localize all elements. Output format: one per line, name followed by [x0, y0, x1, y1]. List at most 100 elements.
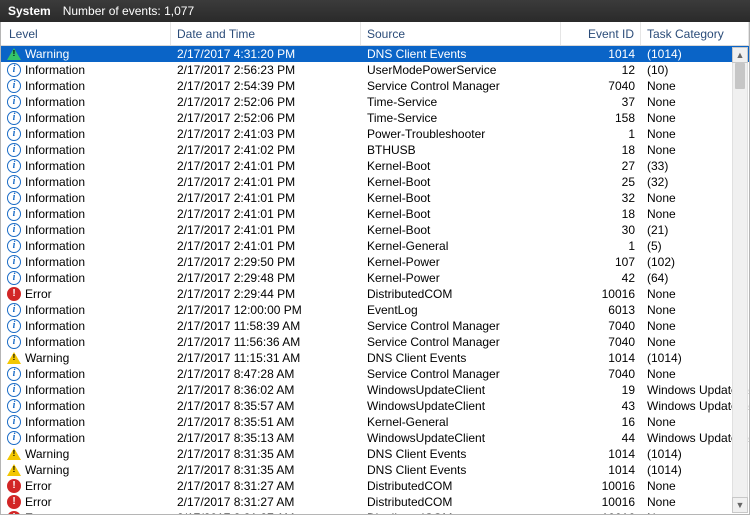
table-row[interactable]: Warning2/17/2017 8:31:35 AMDNS Client Ev… — [1, 462, 749, 478]
table-row[interactable]: iInformation2/17/2017 2:41:01 PMKernel-B… — [1, 190, 749, 206]
cell-source: DNS Client Events — [361, 462, 561, 478]
cell-event-id: 7040 — [561, 366, 641, 382]
cell-event-id: 1014 — [561, 462, 641, 478]
column-header-date[interactable]: Date and Time — [171, 22, 361, 45]
level-label: Information — [25, 127, 85, 141]
cell-date: 2/17/2017 2:41:01 PM — [171, 190, 361, 206]
cell-source: EventLog — [361, 302, 561, 318]
table-row[interactable]: iInformation2/17/2017 2:29:48 PMKernel-P… — [1, 270, 749, 286]
cell-date: 2/17/2017 2:41:01 PM — [171, 238, 361, 254]
table-row[interactable]: Warning2/17/2017 4:31:20 PMDNS Client Ev… — [1, 46, 749, 62]
table-row[interactable]: iInformation2/17/2017 2:54:39 PMService … — [1, 78, 749, 94]
cell-date: 2/17/2017 8:31:35 AM — [171, 446, 361, 462]
table-row[interactable]: !Error2/17/2017 8:31:27 AMDistributedCOM… — [1, 494, 749, 510]
table-row[interactable]: iInformation2/17/2017 11:58:39 AMService… — [1, 318, 749, 334]
column-header-level[interactable]: Level — [1, 22, 171, 45]
cell-event-id: 18 — [561, 206, 641, 222]
cell-event-id: 10016 — [561, 510, 641, 514]
info-icon: i — [7, 335, 21, 349]
cell-event-id: 1 — [561, 238, 641, 254]
table-row[interactable]: iInformation2/17/2017 2:41:01 PMKernel-B… — [1, 174, 749, 190]
info-icon: i — [7, 127, 21, 141]
cell-source: Service Control Manager — [361, 366, 561, 382]
cell-date: 2/17/2017 8:31:27 AM — [171, 510, 361, 514]
level-label: Information — [25, 431, 85, 445]
level-label: Information — [25, 399, 85, 413]
table-row[interactable]: iInformation2/17/2017 8:36:02 AMWindowsU… — [1, 382, 749, 398]
cell-event-id: 1 — [561, 126, 641, 142]
cell-level: iInformation — [1, 142, 171, 158]
info-icon: i — [7, 271, 21, 285]
scrollbar-track[interactable] — [732, 63, 748, 497]
cell-source: Kernel-Boot — [361, 190, 561, 206]
cell-date: 2/17/2017 2:41:01 PM — [171, 206, 361, 222]
table-row[interactable]: !Error2/17/2017 2:29:44 PMDistributedCOM… — [1, 286, 749, 302]
cell-event-id: 43 — [561, 398, 641, 414]
level-label: Information — [25, 303, 85, 317]
cell-date: 2/17/2017 8:31:27 AM — [171, 478, 361, 494]
table-row[interactable]: Warning2/17/2017 11:15:31 AMDNS Client E… — [1, 350, 749, 366]
cell-event-id: 25 — [561, 174, 641, 190]
table-row[interactable]: iInformation2/17/2017 2:52:06 PMTime-Ser… — [1, 94, 749, 110]
info-icon: i — [7, 239, 21, 253]
table-row[interactable]: iInformation2/17/2017 2:41:03 PMPower-Tr… — [1, 126, 749, 142]
cell-level: !Error — [1, 494, 171, 510]
table-row[interactable]: Warning2/17/2017 8:31:35 AMDNS Client Ev… — [1, 446, 749, 462]
cell-source: Time-Service — [361, 110, 561, 126]
cell-level: iInformation — [1, 414, 171, 430]
cell-date: 2/17/2017 2:41:01 PM — [171, 158, 361, 174]
table-row[interactable]: iInformation2/17/2017 8:35:13 AMWindowsU… — [1, 430, 749, 446]
scroll-down-button[interactable]: ▼ — [732, 497, 748, 513]
level-label: Error — [25, 287, 52, 301]
cell-level: iInformation — [1, 318, 171, 334]
table-row[interactable]: iInformation2/17/2017 2:41:01 PMKernel-B… — [1, 222, 749, 238]
info-icon: i — [7, 255, 21, 269]
cell-date: 2/17/2017 4:31:20 PM — [171, 46, 361, 62]
info-icon: i — [7, 207, 21, 221]
event-rows[interactable]: Warning 2/17/2017 4:31:20 PM DNS Client Ev… — [1, 46, 749, 514]
level-label: Warning — [25, 47, 69, 61]
table-row[interactable]: iInformation2/17/2017 8:35:57 AMWindowsU… — [1, 398, 749, 414]
event-list-container: Level Date and Time Source Event ID Task… — [0, 22, 750, 515]
cell-event-id: 32 — [561, 190, 641, 206]
table-row[interactable]: iInformation2/17/2017 2:41:01 PMKernel-B… — [1, 158, 749, 174]
column-header-source[interactable]: Source — [361, 22, 561, 45]
table-row[interactable]: iInformation2/17/2017 8:35:51 AMKernel-G… — [1, 414, 749, 430]
titlebar-subtitle: Number of events: 1,077 — [63, 4, 194, 18]
cell-source: UserModePowerService — [361, 62, 561, 78]
cell-level: i Information — [1, 430, 171, 446]
cell-level: !Error — [1, 478, 171, 494]
table-row[interactable]: iInformation2/17/2017 2:41:01 PMKernel-G… — [1, 238, 749, 254]
cell-source: Kernel-Power — [361, 270, 561, 286]
table-row[interactable]: iInformation2/17/2017 2:52:06 PMTime-Ser… — [1, 110, 749, 126]
column-header-row: Level Date and Time Source Event ID Task… — [1, 22, 749, 46]
table-row[interactable]: !Error2/17/2017 8:31:27 AMDistributedCOM… — [1, 478, 749, 494]
error-icon: ! — [7, 511, 21, 514]
table-row[interactable]: iInformation2/17/2017 11:56:36 AMService… — [1, 334, 749, 350]
scroll-up-button[interactable]: ▲ — [732, 47, 748, 63]
cell-source: Kernel-Boot — [361, 158, 561, 174]
info-icon: i — [7, 431, 21, 445]
table-row[interactable]: iInformation2/17/2017 8:47:28 AMService … — [1, 366, 749, 382]
cell-level: i Information — [1, 254, 171, 270]
cell-date: 2/17/2017 2:56:23 PM — [171, 62, 361, 78]
table-row[interactable]: iInformation2/17/2017 2:29:50 PMKernel-P… — [1, 254, 749, 270]
info-icon: i — [7, 303, 21, 317]
table-row[interactable]: iInformation2/17/2017 12:00:00 PMEventLo… — [1, 302, 749, 318]
info-icon: i — [7, 63, 21, 77]
table-row[interactable]: !Error2/17/2017 8:31:27 AMDistributedCOM… — [1, 510, 749, 514]
column-header-task-category[interactable]: Task Category — [641, 22, 749, 45]
level-label: Information — [25, 143, 85, 157]
table-row[interactable]: iInformation2/17/2017 2:56:23 PMUserMode… — [1, 62, 749, 78]
table-row[interactable]: iInformation2/17/2017 2:41:01 PMKernel-B… — [1, 206, 749, 222]
column-header-event-id[interactable]: Event ID — [561, 22, 641, 45]
cell-source: Service Control Manager — [361, 78, 561, 94]
table-row[interactable]: iInformation2/17/2017 2:41:02 PMBTHUSB18… — [1, 142, 749, 158]
info-icon: i — [7, 383, 21, 397]
level-label: Error — [25, 479, 52, 493]
cell-source: Time-Service — [361, 94, 561, 110]
cell-source: DistributedCOM — [361, 494, 561, 510]
cell-source: Kernel-Boot — [361, 206, 561, 222]
scrollbar-thumb[interactable] — [735, 63, 745, 89]
level-label: Information — [25, 255, 85, 269]
